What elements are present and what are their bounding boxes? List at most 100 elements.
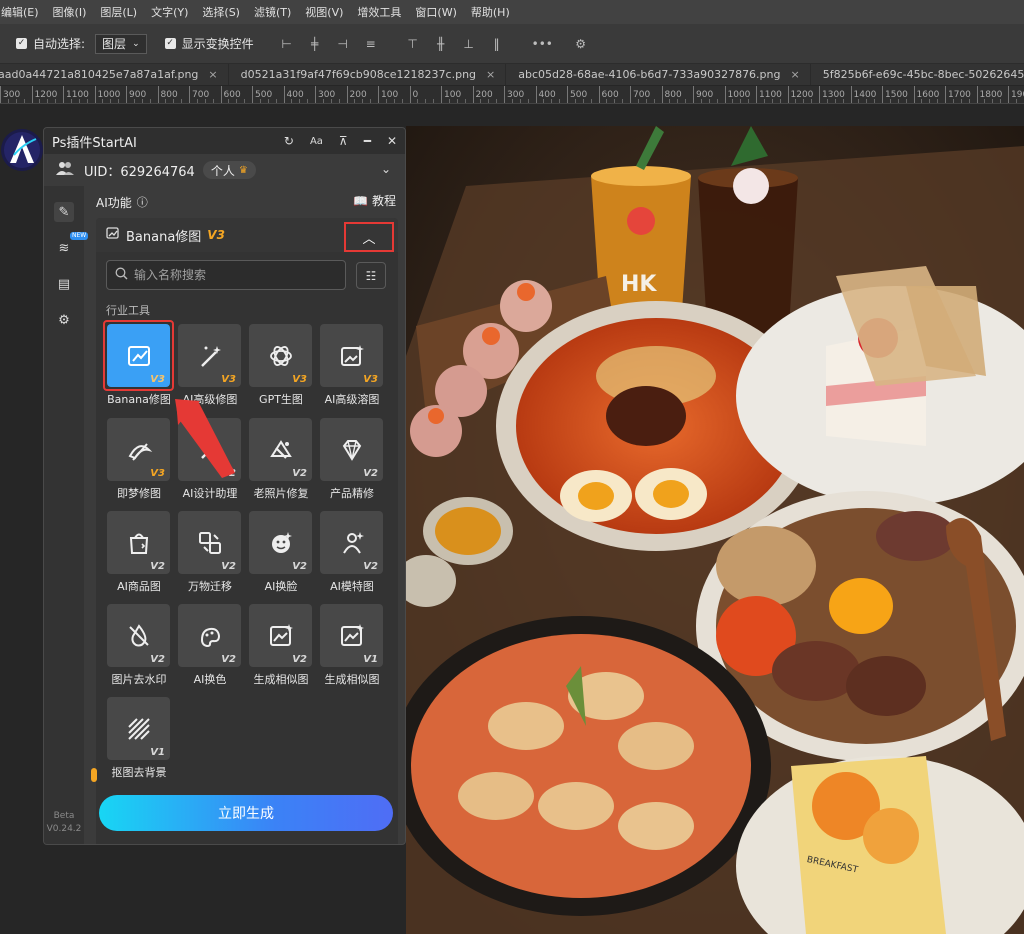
search-box[interactable] bbox=[106, 260, 346, 290]
tool-version: V1 bbox=[150, 747, 165, 758]
dreamina-icon bbox=[128, 442, 152, 461]
tool-version: V2 bbox=[221, 561, 236, 572]
generate-button[interactable]: 立即生成 bbox=[99, 795, 393, 831]
align-center-h-icon[interactable]: ╪ bbox=[308, 37, 322, 51]
menu-item[interactable]: 窗口(W) bbox=[408, 4, 463, 20]
ruler-tick: 1700 bbox=[945, 86, 971, 103]
menu-item[interactable]: 增效工具 bbox=[350, 4, 408, 20]
collapse-button[interactable]: ︿ bbox=[344, 222, 394, 252]
tool-tile[interactable]: V3 bbox=[249, 324, 312, 387]
ruler-tick: 1300 bbox=[819, 86, 845, 103]
tool-label: 产品精修 bbox=[330, 487, 374, 500]
section-version: V3 bbox=[207, 228, 225, 242]
account-badge[interactable]: 个人 ♛ bbox=[202, 161, 256, 179]
tool-tile[interactable]: V1 bbox=[320, 604, 383, 667]
align-top-icon[interactable]: ⊤ bbox=[406, 37, 420, 51]
tool-tile[interactable]: V2 bbox=[249, 604, 312, 667]
ruler-tick: 100 bbox=[441, 86, 461, 103]
tool-tile[interactable]: V3 bbox=[107, 418, 170, 481]
startai-logo[interactable] bbox=[0, 125, 48, 175]
menu-item[interactable]: 帮助(H) bbox=[464, 4, 517, 20]
minimize-icon[interactable]: ━ bbox=[364, 134, 371, 148]
ruler-tick: 1600 bbox=[913, 86, 939, 103]
document-tab[interactable]: 5f825b6f-e69c-45bc-8bec-502626451a16.jpg… bbox=[811, 64, 1024, 85]
menu-item[interactable]: 视图(V) bbox=[298, 4, 350, 20]
tool-tile[interactable]: V2 bbox=[320, 511, 383, 574]
pin-icon[interactable]: ⊼ bbox=[339, 134, 348, 148]
tool-tile[interactable]: V3 bbox=[320, 324, 383, 387]
version-beta: Beta bbox=[53, 811, 75, 821]
tool-tile[interactable]: V2 bbox=[249, 511, 312, 574]
edit-icon[interactable]: ✎ bbox=[54, 202, 74, 222]
tool-tile[interactable]: V3 bbox=[178, 324, 241, 387]
search-input[interactable] bbox=[134, 268, 334, 282]
tool-tile[interactable]: V2 bbox=[178, 511, 241, 574]
chevron-down-icon[interactable]: ⌄ bbox=[381, 162, 391, 176]
show-transform-option[interactable]: ✓ 显示变换控件 bbox=[164, 35, 254, 52]
tool-tile[interactable]: V2 bbox=[107, 511, 170, 574]
shopping-bag-icon bbox=[129, 533, 148, 554]
panel-titlebar[interactable]: Ps插件StartAI ↻ Aa ⊼ ━ ✕ bbox=[44, 128, 405, 154]
auto-select-dropdown[interactable]: 图层 ⌄ bbox=[95, 33, 147, 54]
tool-version: V1 bbox=[363, 654, 378, 665]
menu-item[interactable]: 编辑(E) bbox=[0, 4, 46, 20]
design-assistant-icon bbox=[200, 439, 220, 460]
ruler-tick: 1100 bbox=[63, 86, 89, 103]
tool-label: AI换色 bbox=[193, 673, 227, 686]
tab-label: abc05d28-68ae-4106-b6d7-733a90327876.png bbox=[518, 68, 781, 81]
tool-tile[interactable]: V1 bbox=[107, 697, 170, 760]
layers-icon[interactable]: NEW ≋ bbox=[54, 232, 89, 258]
horizontal-ruler: 300 1200 1100 1000 900 800 700 600 500 400 300 200 1… bbox=[0, 86, 1024, 104]
list-view-button[interactable]: ☷ bbox=[356, 262, 386, 289]
document-icon[interactable]: ▤ bbox=[54, 274, 74, 294]
tool-version: V2 bbox=[292, 468, 307, 479]
menu-item[interactable]: 滤镜(T) bbox=[247, 4, 298, 20]
tool-version: V2 bbox=[221, 654, 236, 665]
auto-select-label: 自动选择: bbox=[33, 37, 86, 51]
refresh-icon[interactable]: ↻ bbox=[284, 134, 294, 148]
menu-item[interactable]: 图层(L) bbox=[93, 4, 144, 20]
info-icon[interactable]: ⓘ bbox=[137, 194, 148, 210]
gear-icon[interactable]: ⚙ bbox=[574, 37, 588, 51]
document-tab[interactable]: d0521a31f9af47f69cb908ce1218237c.png × bbox=[229, 64, 507, 85]
distribute-icon[interactable]: ≡ bbox=[364, 37, 378, 51]
auto-select-checkbox[interactable]: ✓ bbox=[16, 38, 27, 49]
tool-label: 抠图去背景 bbox=[111, 766, 167, 779]
distribute-v-icon[interactable]: ‖ bbox=[490, 37, 504, 51]
image-edit-icon bbox=[106, 226, 120, 244]
document-tab[interactable]: abc05d28-68ae-4106-b6d7-733a90327876.png… bbox=[506, 64, 811, 85]
book-icon: 📖 bbox=[353, 193, 368, 208]
show-transform-checkbox[interactable]: ✓ bbox=[164, 38, 176, 49]
tool-tile[interactable]: V2 bbox=[249, 418, 312, 481]
tool-tile[interactable]: V2 bbox=[107, 604, 170, 667]
auto-select-option[interactable]: ✓ 自动选择: 图层 ⌄ bbox=[16, 33, 147, 54]
section-header[interactable]: Banana修图 V3 ︿ bbox=[96, 218, 398, 252]
menu-item[interactable]: 文字(Y) bbox=[144, 4, 195, 20]
align-bottom-icon[interactable]: ⊥ bbox=[462, 37, 476, 51]
transfer-icon bbox=[198, 531, 221, 554]
tool-label: AI模特图 bbox=[330, 580, 374, 593]
tab-label: aad0a44721a810425e7a87a1af.png bbox=[0, 68, 199, 81]
ruler-tick: 400 bbox=[535, 86, 556, 103]
more-icon[interactable]: ••• bbox=[532, 37, 553, 51]
align-left-icon[interactable]: ⊢ bbox=[280, 37, 294, 51]
tab-close-icon[interactable]: × bbox=[791, 68, 800, 81]
font-size-icon[interactable]: Aa bbox=[310, 136, 323, 147]
tool-tile[interactable]: V2 bbox=[320, 418, 383, 481]
close-icon[interactable]: ✕ bbox=[387, 134, 397, 148]
tab-close-icon[interactable]: × bbox=[486, 68, 495, 81]
banana-section: Banana修图 V3 ︿ ☷ 行业工具 V3 Banana修图 V3 AI高级修图 V… bbox=[96, 218, 398, 844]
menu-item[interactable]: 选择(S) bbox=[195, 4, 247, 20]
settings-icon[interactable]: ⚙ bbox=[54, 310, 74, 330]
tab-close-icon[interactable]: × bbox=[208, 68, 217, 81]
menu-item[interactable]: 图像(I) bbox=[46, 4, 94, 20]
food-photo[interactable]: HK BREAKFAST bbox=[406, 126, 1024, 934]
align-right-icon[interactable]: ⊣ bbox=[336, 37, 350, 51]
tool-tile[interactable]: V2 bbox=[178, 604, 241, 667]
tool-version: V2 bbox=[292, 561, 307, 572]
document-tab[interactable]: aad0a44721a810425e7a87a1af.png × bbox=[0, 64, 229, 85]
tutorial-link[interactable]: 📖 教程 bbox=[353, 192, 396, 209]
dumpling-skillet bbox=[406, 616, 771, 916]
align-middle-v-icon[interactable]: ╫ bbox=[434, 37, 448, 51]
tool-tile[interactable]: V2 bbox=[178, 418, 241, 481]
